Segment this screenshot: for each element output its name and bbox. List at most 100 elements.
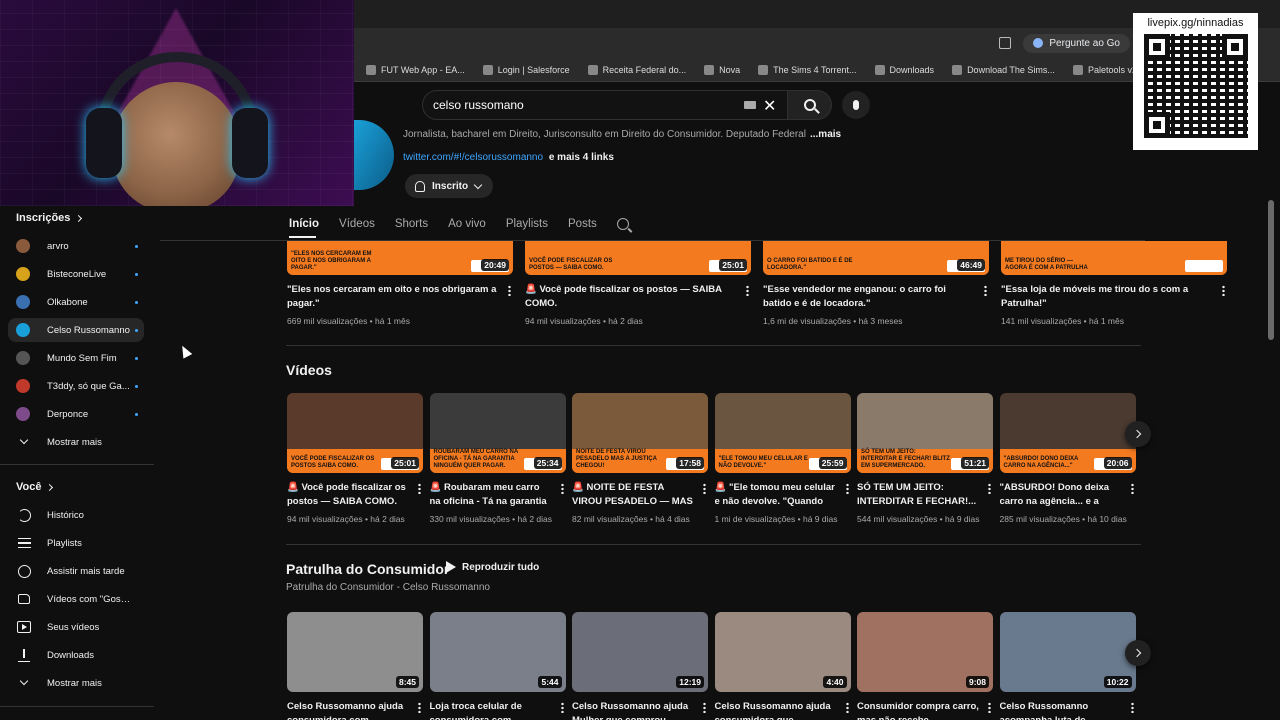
video-title[interactable]: Celso Russomanno ajuda Mulher que compro… (572, 700, 708, 720)
more-options-icon[interactable] (418, 702, 421, 713)
sidebar-item-playlists[interactable]: Playlists (8, 531, 144, 555)
channel-avatar[interactable] (354, 120, 394, 190)
video-title[interactable]: 🚨 NOITE DE FESTA VIROU PESADELO — MAS A.… (572, 481, 708, 509)
videos-next-button[interactable] (1125, 421, 1151, 447)
tab-3[interactable]: Ao vivo (448, 218, 486, 230)
video-title[interactable]: SÓ TEM UM JEITO: INTERDITAR E FECHAR!... (857, 481, 993, 509)
description-more[interactable]: ...mais (810, 129, 841, 140)
videos-shelf-title[interactable]: Vídeos (286, 362, 332, 378)
more-options-icon[interactable] (560, 483, 564, 494)
subscribed-button[interactable]: Inscrito (405, 174, 494, 198)
video-title[interactable]: 🚨 Você pode fiscalizar os postos — SAIBA… (287, 481, 423, 509)
more-options-icon[interactable] (746, 285, 749, 296)
video-thumbnail[interactable]: O CARRO FOI BATIDO E É DE LOCADORA." 46:4… (763, 241, 989, 275)
subscriptions-heading[interactable]: Inscrições (16, 212, 83, 224)
more-options-icon[interactable] (988, 483, 991, 494)
video-thumbnail[interactable]: ROUBARAM MEU CARRO NA OFICINA - TÁ NA GA… (429, 393, 566, 473)
more-options-icon[interactable] (560, 702, 564, 713)
video-title[interactable]: "Essa loja de móveis me tirou do s com a… (1001, 283, 1227, 311)
ask-google-button[interactable]: Pergunte ao Go (1023, 33, 1130, 53)
video-card[interactable]: SÓ TEM UM JEITO: INTERDITAR E FECHAR! BL… (857, 393, 993, 524)
bookmark-item[interactable]: Download The Sims... (952, 64, 1055, 75)
more-options-icon[interactable] (703, 483, 706, 494)
tab-0[interactable]: Início (289, 218, 319, 230)
video-thumbnail[interactable]: 10:22 (999, 612, 1136, 692)
video-card[interactable]: VOCÊ PODE FISCALIZAR OS POSTOS SAIBA COM… (287, 393, 423, 524)
playlist-video-card[interactable]: 10:22 Celso Russomanno acompanha luta de.… (999, 612, 1136, 720)
video-title[interactable]: Celso Russomanno ajuda consumidora com p… (287, 700, 423, 720)
video-title[interactable]: "Esse vendedor me enganou: o carro foi b… (763, 283, 989, 311)
page-scrollbar[interactable] (1268, 200, 1274, 340)
top-row-video-card[interactable]: VOCÊ PODE FISCALIZAR OS POSTOS — SAIBA C… (525, 241, 751, 326)
more-options-icon[interactable] (418, 483, 421, 494)
search-input[interactable] (422, 90, 788, 120)
video-title[interactable]: Celso Russomanno acompanha luta de... (1000, 700, 1136, 720)
video-title[interactable]: 🚨 Roubaram meu carro na oficina - Tá na … (430, 481, 566, 509)
video-thumbnail[interactable]: 5:44 (429, 612, 566, 692)
sidebar-item-history[interactable]: Histórico (8, 503, 144, 527)
top-row-video-card[interactable]: ME TIROU DO SÉRIO — AGORA É COM A PATRUL… (1001, 241, 1227, 326)
top-row-video-card[interactable]: O CARRO FOI BATIDO E É DE LOCADORA." 46:4… (763, 241, 989, 326)
video-title[interactable]: "Eles nos cercaram em oito e nos obrigar… (287, 283, 513, 311)
video-thumbnail[interactable]: VOCÊ PODE FISCALIZAR OS POSTOS — SAIBA C… (525, 241, 751, 275)
bookmark-item[interactable]: Nova (704, 64, 740, 75)
sidebar-item-your-videos[interactable]: Seus vídeos (8, 615, 144, 639)
video-thumbnail[interactable]: 9:08 (857, 612, 993, 692)
channel-description[interactable]: Jornalista, bacharel em Direito, Jurisco… (403, 129, 841, 140)
playlist-video-card[interactable]: 5:44 Loja troca celular de consumidora co… (429, 612, 566, 720)
search-button[interactable] (788, 90, 832, 120)
video-thumbnail[interactable]: "ELE TOMOU MEU CELULAR E NÃO DEVOLVE." 25… (714, 393, 851, 473)
video-thumbnail[interactable]: SÓ TEM UM JEITO: INTERDITAR E FECHAR! BL… (857, 393, 993, 473)
sidebar-subscription-item[interactable]: T3ddy, só que Ga... (8, 374, 144, 398)
playlist-video-card[interactable]: 12:19 Celso Russomanno ajuda Mulher que c… (572, 612, 708, 720)
video-title[interactable]: "ABSURDO! Dono deixa carro na agência...… (1000, 481, 1136, 509)
sidebar-item-download[interactable]: Downloads (8, 643, 144, 667)
tab-1[interactable]: Vídeos (339, 218, 375, 230)
play-all-button[interactable]: Reproduzir tudo (446, 561, 539, 573)
video-thumbnail[interactable]: 4:40 (714, 612, 851, 692)
more-options-icon[interactable] (1130, 702, 1134, 713)
sidebar-subscription-item[interactable]: arvro (8, 234, 144, 258)
more-options-icon[interactable] (984, 285, 987, 296)
bookmark-item[interactable]: Receita Federal do... (587, 64, 686, 75)
video-thumbnail[interactable]: ME TIROU DO SÉRIO — AGORA É COM A PATRUL… (1001, 241, 1227, 275)
tab-5[interactable]: Posts (568, 218, 597, 230)
video-thumbnail[interactable]: "ELES NOS CERCARAM EM OITO E NOS OBRIGAR… (287, 241, 513, 275)
extension-icon[interactable] (999, 37, 1012, 49)
channel-search-icon[interactable] (616, 218, 629, 230)
more-options-icon[interactable] (1222, 285, 1225, 296)
more-options-icon[interactable] (845, 702, 849, 713)
sidebar-subscription-item[interactable]: Celso Russomanno (8, 318, 144, 342)
sidebar-subscription-item[interactable]: Olkabone (8, 290, 144, 314)
video-card[interactable]: ROUBARAM MEU CARRO NA OFICINA - TÁ NA GA… (429, 393, 566, 524)
more-options-icon[interactable] (508, 285, 511, 296)
voice-search-button[interactable] (842, 91, 870, 119)
show-more-subscriptions[interactable]: Mostrar mais (8, 430, 144, 454)
tab-4[interactable]: Playlists (506, 218, 548, 230)
video-thumbnail[interactable]: "ABSURDO! DONO DEIXA CARRO NA AGÊNCIA...… (999, 393, 1136, 473)
sidebar-item-watch-later[interactable]: Assistir mais tarde (8, 559, 144, 583)
tab-2[interactable]: Shorts (395, 218, 428, 230)
video-title[interactable]: Consumidor compra carro, mas não recebe.… (857, 700, 993, 720)
playlist-video-card[interactable]: 4:40 Celso Russomanno ajuda consumidora q… (714, 612, 851, 720)
bookmark-item[interactable]: FUT Web App - EA... (366, 64, 465, 75)
video-thumbnail[interactable]: 12:19 (572, 612, 708, 692)
playlist-next-button[interactable] (1125, 640, 1151, 666)
more-options-icon[interactable] (1130, 483, 1134, 494)
playlist-video-card[interactable]: 9:08 Consumidor compra carro, mas não rec… (857, 612, 993, 720)
top-row-video-card[interactable]: "ELES NOS CERCARAM EM OITO E NOS OBRIGAR… (287, 241, 513, 326)
bookmark-item[interactable]: Downloads (874, 64, 934, 75)
you-heading[interactable]: Você (16, 481, 54, 493)
video-title[interactable]: 🚨 "Ele tomou meu celular e não devolve. … (715, 481, 851, 509)
sidebar-subscription-item[interactable]: Mundo Sem Fim (8, 346, 144, 370)
more-links[interactable]: e mais 4 links (549, 152, 614, 163)
playlist-video-card[interactable]: 8:45 Celso Russomanno ajuda consumidora c… (287, 612, 423, 720)
bookmark-item[interactable]: Login | Salesforce (482, 64, 570, 75)
video-title[interactable]: Celso Russomanno ajuda consumidora que c… (715, 700, 851, 720)
more-options-icon[interactable] (845, 483, 849, 494)
show-more-you[interactable]: Mostrar mais (8, 671, 144, 695)
video-title[interactable]: 🚨 Você pode fiscalizar os postos — SAIBA… (525, 283, 751, 311)
sidebar-subscription-item[interactable]: Derponce (8, 402, 144, 426)
video-card[interactable]: "ABSURDO! DONO DEIXA CARRO NA AGÊNCIA...… (999, 393, 1136, 524)
video-thumbnail[interactable]: VOCÊ PODE FISCALIZAR OS POSTOS SAIBA COM… (287, 393, 423, 473)
